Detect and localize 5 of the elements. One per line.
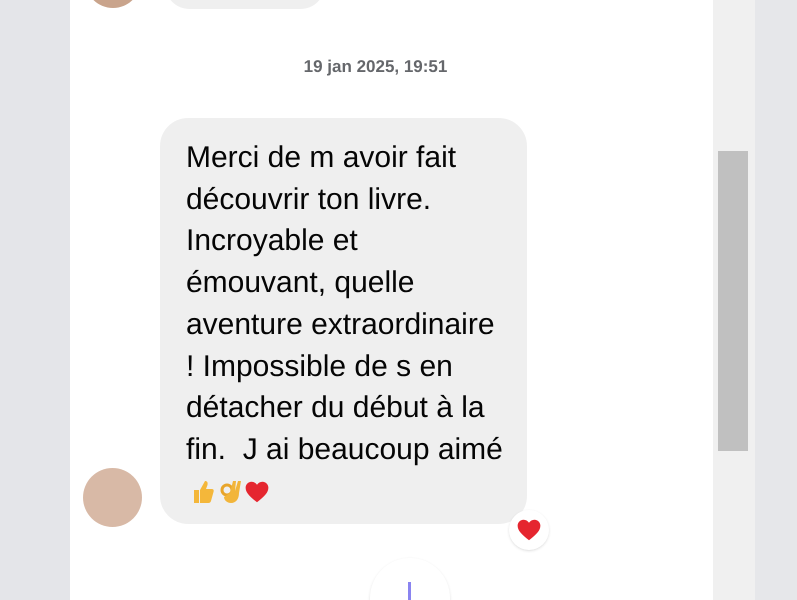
heart-icon <box>244 478 270 505</box>
date-separator: 19 jan 2025, 19:51 <box>304 56 448 78</box>
ok-hand-icon <box>218 478 244 505</box>
message-text: Merci de m avoir fait découvrir ton livre. Incroyable et émouvant, quelle aventure extraordinaire ! Impossible de s en détacher du début à la fin. J ai beaucoup aimé <box>186 137 505 512</box>
scrollbar-thumb[interactable] <box>718 151 748 451</box>
